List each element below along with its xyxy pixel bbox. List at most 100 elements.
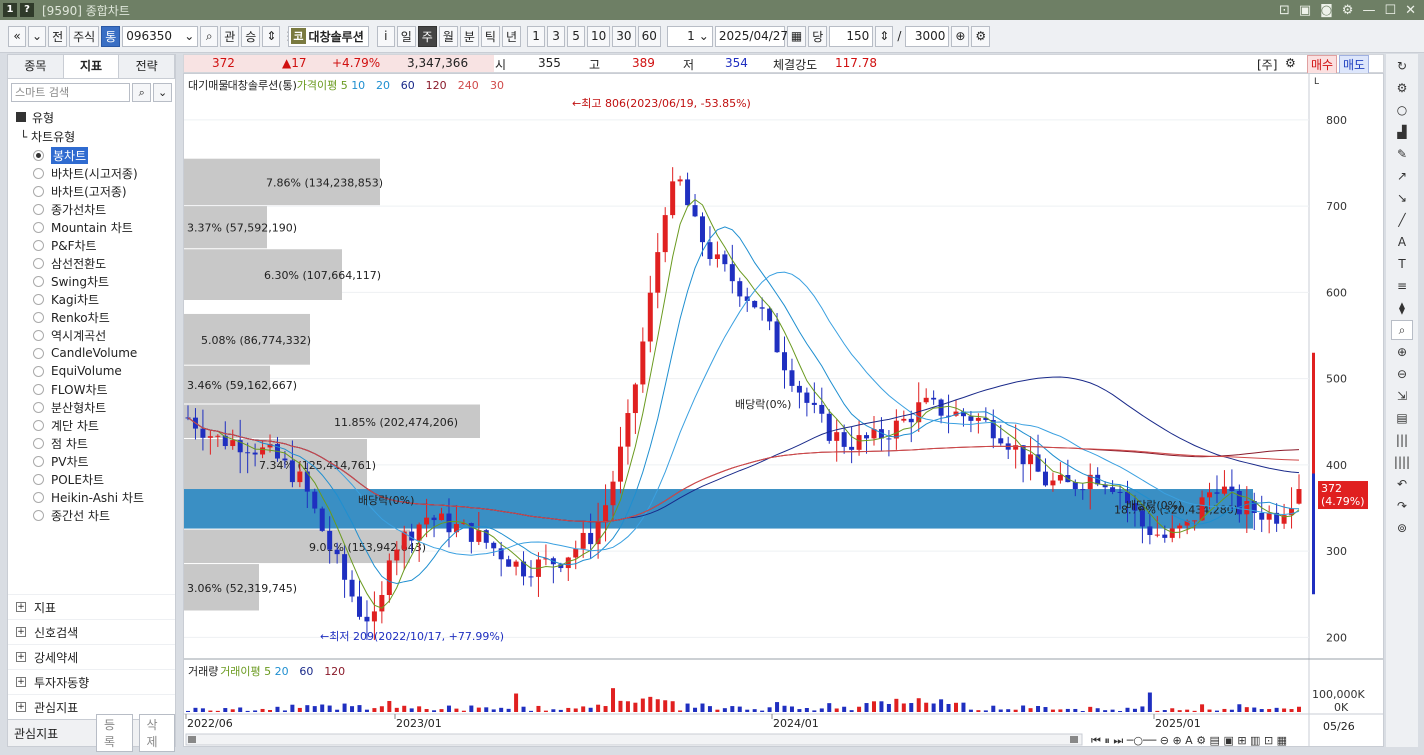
- radio-icon[interactable]: [33, 383, 44, 395]
- chart-type-option[interactable]: FLOW차트: [8, 380, 175, 398]
- spinner-icon[interactable]: ⇕: [875, 25, 894, 47]
- interval-30-button[interactable]: 30: [612, 25, 636, 47]
- minimize-icon[interactable]: —: [1362, 3, 1375, 18]
- chart-type-option[interactable]: Renko차트: [8, 308, 175, 326]
- camera-icon[interactable]: ◙: [1320, 3, 1333, 18]
- measure-icon[interactable]: ⇲: [1391, 386, 1413, 406]
- chart-type-option[interactable]: 역시계곡선: [8, 326, 175, 344]
- close-icon[interactable]: ✕: [1405, 3, 1416, 18]
- radio-icon[interactable]: [33, 491, 44, 503]
- all-button[interactable]: 전: [48, 25, 68, 47]
- ray-icon[interactable]: ↗: [1391, 166, 1413, 186]
- group-strength[interactable]: + 강세약세: [8, 644, 175, 669]
- period-tick-button[interactable]: 틱: [480, 25, 500, 47]
- delete-button[interactable]: 삭제: [138, 714, 175, 752]
- chart-type-option[interactable]: 바차트(고저종): [8, 182, 175, 200]
- legend-item[interactable]: 20: [376, 79, 390, 92]
- radio-icon[interactable]: [33, 203, 44, 215]
- chart-type-option[interactable]: 봉차트: [8, 146, 175, 164]
- chart-area[interactable]: 800 700 600 500 400 300 200 7.86% (134,238,853)…: [183, 73, 1384, 747]
- refresh-icon[interactable]: ↻: [1391, 56, 1413, 76]
- legend-item[interactable]: 대기매물: [188, 79, 228, 92]
- text-icon[interactable]: T: [1391, 254, 1413, 274]
- undo-icon[interactable]: ↶: [1391, 474, 1413, 494]
- integrated-button[interactable]: 통: [101, 25, 121, 47]
- radio-icon[interactable]: [33, 365, 44, 377]
- radio-icon[interactable]: [33, 239, 44, 251]
- radio-icon[interactable]: [33, 455, 44, 467]
- radio-icon[interactable]: [33, 257, 44, 269]
- zoom-out-icon[interactable]: ⊖: [1391, 364, 1413, 384]
- arrow-icon[interactable]: ↘: [1391, 188, 1413, 208]
- legend-item[interactable]: 가격이평 5: [297, 79, 348, 92]
- period-day-button[interactable]: 일: [396, 25, 416, 47]
- search-icon[interactable]: ⌕: [132, 83, 152, 102]
- chart-type-option[interactable]: 종간선 차트: [8, 506, 175, 524]
- tab-indicators[interactable]: 지표: [63, 55, 120, 78]
- chevron-down-icon[interactable]: ⌄: [699, 29, 709, 43]
- chart-type-node[interactable]: └ 차트유형: [8, 128, 175, 146]
- radio-icon[interactable]: [33, 401, 44, 413]
- spinner-icon[interactable]: ⇕: [262, 25, 281, 47]
- fibo-icon[interactable]: ≡: [1391, 276, 1413, 296]
- date-input[interactable]: 2025/04/27: [714, 25, 788, 47]
- section-type[interactable]: 유형: [8, 106, 175, 128]
- legend-item[interactable]: 60: [401, 79, 415, 92]
- total-count-input[interactable]: 3000: [905, 25, 950, 47]
- interval-1-button[interactable]: 1: [527, 25, 546, 47]
- interval-10-button[interactable]: 10: [587, 25, 611, 47]
- search-icon[interactable]: ⌕: [200, 25, 219, 47]
- smart-search-input[interactable]: 스마트 검색: [11, 83, 131, 102]
- zoom-icon[interactable]: ⌕: [1391, 320, 1413, 340]
- chart-type-option[interactable]: P&F차트: [8, 236, 175, 254]
- interval-5-button[interactable]: 5: [567, 25, 586, 47]
- pin-icon[interactable]: ⊡: [1279, 3, 1290, 18]
- chevron-down-icon[interactable]: ⌄: [184, 29, 194, 43]
- chevron-down-icon[interactable]: ⌄: [153, 83, 173, 102]
- legend-item[interactable]: 120: [426, 79, 447, 92]
- display-count-input[interactable]: 150: [829, 25, 874, 47]
- period-year-button[interactable]: 년: [501, 25, 522, 47]
- candle-icon[interactable]: ⧫: [1391, 298, 1413, 318]
- price-chart[interactable]: 800 700 600 500 400 300 200 7.86% (134,238,853)…: [184, 74, 1383, 746]
- chart-type-option[interactable]: Heikin-Ashi 차트: [8, 488, 175, 506]
- stock-name-field[interactable]: 코 대창솔루션: [288, 25, 369, 47]
- group-signal-search[interactable]: + 신호검색: [8, 619, 175, 644]
- radio-icon[interactable]: [33, 149, 44, 161]
- zoom-plus-icon[interactable]: ⊕: [951, 25, 970, 47]
- chart-type-option[interactable]: 바차트(시고저종): [8, 164, 175, 182]
- watchlist-button[interactable]: 관: [220, 25, 240, 47]
- gear-icon[interactable]: ⚙: [1285, 56, 1296, 70]
- bars-icon[interactable]: |||: [1391, 430, 1413, 450]
- radio-icon[interactable]: [33, 329, 44, 341]
- zoom-in-icon[interactable]: ⊕: [1391, 342, 1413, 362]
- circle-icon[interactable]: ○: [1391, 100, 1413, 120]
- chart-type-option[interactable]: 계단 차트: [8, 416, 175, 434]
- redo-icon[interactable]: ↷: [1391, 496, 1413, 516]
- gear-icon[interactable]: ⚙: [1342, 3, 1354, 18]
- radio-icon[interactable]: [33, 275, 44, 287]
- maximize-icon[interactable]: ☐: [1384, 3, 1396, 18]
- chart-type-option[interactable]: 삼선전환도: [8, 254, 175, 272]
- gear-icon[interactable]: ⚙: [1391, 78, 1413, 98]
- radio-icon[interactable]: [33, 311, 44, 323]
- chart-type-option[interactable]: 분산형차트: [8, 398, 175, 416]
- radio-icon[interactable]: [33, 185, 44, 197]
- prev-stock-button[interactable]: «: [8, 25, 26, 47]
- today-button[interactable]: 당: [808, 25, 828, 47]
- bars2-icon[interactable]: ||||: [1391, 452, 1413, 472]
- interval-input[interactable]: 1 ⌄: [666, 25, 713, 47]
- chart-type-option[interactable]: Mountain 차트: [8, 218, 175, 236]
- chart-type-option[interactable]: 종가선차트: [8, 200, 175, 218]
- period-minute-button[interactable]: 분: [459, 25, 479, 47]
- interval-60-button[interactable]: 60: [637, 25, 661, 47]
- auto-icon[interactable]: A: [1391, 232, 1413, 252]
- layout-icon[interactable]: ▣: [1299, 3, 1311, 18]
- tab-stocks[interactable]: 종목: [8, 55, 64, 78]
- buy-button[interactable]: 매수: [1307, 55, 1338, 74]
- market-select[interactable]: 주식: [69, 25, 100, 47]
- chart-type-option[interactable]: 점 차트: [8, 434, 175, 452]
- grid-icon[interactable]: ▤: [1391, 408, 1413, 428]
- chart-icon[interactable]: ▟: [1391, 122, 1413, 142]
- next-stock-button[interactable]: ⌄: [28, 25, 47, 47]
